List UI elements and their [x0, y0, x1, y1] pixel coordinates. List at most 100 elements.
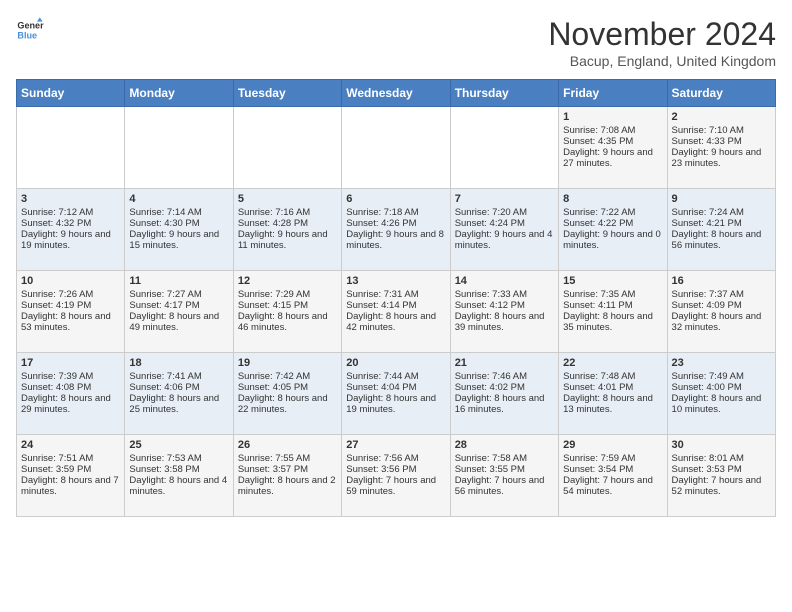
day-cell: 6Sunrise: 7:18 AMSunset: 4:26 PMDaylight… [342, 189, 450, 271]
header-row: Sunday Monday Tuesday Wednesday Thursday… [17, 80, 776, 107]
day-cell: 1Sunrise: 7:08 AMSunset: 4:35 PMDaylight… [559, 107, 667, 189]
day-cell: 25Sunrise: 7:53 AMSunset: 3:58 PMDayligh… [125, 435, 233, 517]
day-number: 5 [238, 193, 337, 205]
day-info: Sunrise: 7:08 AM [563, 125, 662, 136]
svg-text:Blue: Blue [17, 30, 37, 40]
day-number: 15 [563, 275, 662, 287]
calendar-header: Sunday Monday Tuesday Wednesday Thursday… [17, 80, 776, 107]
day-info: Sunset: 3:53 PM [672, 464, 771, 475]
day-number: 3 [21, 193, 120, 205]
day-info: Sunrise: 7:14 AM [129, 207, 228, 218]
day-number: 27 [346, 439, 445, 451]
day-info: Daylight: 8 hours and 46 minutes. [238, 311, 337, 333]
day-info: Sunrise: 7:53 AM [129, 453, 228, 464]
day-info: Sunrise: 7:42 AM [238, 371, 337, 382]
day-info: Sunrise: 7:12 AM [21, 207, 120, 218]
day-number: 29 [563, 439, 662, 451]
day-info: Sunset: 4:06 PM [129, 382, 228, 393]
header-monday: Monday [125, 80, 233, 107]
day-number: 4 [129, 193, 228, 205]
day-number: 17 [21, 357, 120, 369]
day-cell: 26Sunrise: 7:55 AMSunset: 3:57 PMDayligh… [233, 435, 341, 517]
day-info: Sunrise: 7:37 AM [672, 289, 771, 300]
day-info: Sunset: 4:02 PM [455, 382, 554, 393]
day-info: Sunrise: 7:16 AM [238, 207, 337, 218]
header-thursday: Thursday [450, 80, 558, 107]
day-info: Sunrise: 7:10 AM [672, 125, 771, 136]
day-cell: 16Sunrise: 7:37 AMSunset: 4:09 PMDayligh… [667, 271, 775, 353]
day-cell: 14Sunrise: 7:33 AMSunset: 4:12 PMDayligh… [450, 271, 558, 353]
day-info: Sunrise: 7:41 AM [129, 371, 228, 382]
day-number: 21 [455, 357, 554, 369]
day-info: Daylight: 8 hours and 29 minutes. [21, 393, 120, 415]
day-info: Sunset: 3:59 PM [21, 464, 120, 475]
day-info: Sunrise: 7:59 AM [563, 453, 662, 464]
day-number: 2 [672, 111, 771, 123]
day-info: Daylight: 8 hours and 2 minutes. [238, 475, 337, 497]
day-info: Sunset: 4:17 PM [129, 300, 228, 311]
day-cell: 19Sunrise: 7:42 AMSunset: 4:05 PMDayligh… [233, 353, 341, 435]
header: General Blue November 2024 Bacup, Englan… [16, 16, 776, 69]
day-cell [450, 107, 558, 189]
day-info: Daylight: 8 hours and 22 minutes. [238, 393, 337, 415]
day-info: Daylight: 7 hours and 59 minutes. [346, 475, 445, 497]
day-info: Daylight: 8 hours and 39 minutes. [455, 311, 554, 333]
day-cell: 15 Sunrise: 7:35 AMSunset: 4:11 PMDayligh… [559, 271, 667, 353]
day-cell: 11 Sunrise: 7:27 AMSunset: 4:17 PMDayligh… [125, 271, 233, 353]
day-info: Sunrise: 7:46 AM [455, 371, 554, 382]
calendar-body: 1Sunrise: 7:08 AMSunset: 4:35 PMDaylight… [17, 107, 776, 517]
header-tuesday: Tuesday [233, 80, 341, 107]
day-cell: 28Sunrise: 7:58 AMSunset: 3:55 PMDayligh… [450, 435, 558, 517]
day-cell: 20Sunrise: 7:44 AMSunset: 4:04 PMDayligh… [342, 353, 450, 435]
day-cell: 23Sunrise: 7:49 AMSunset: 4:00 PMDayligh… [667, 353, 775, 435]
day-info: Daylight: 8 hours and 10 minutes. [672, 393, 771, 415]
day-info: Sunset: 4:11 PM [563, 300, 662, 311]
day-number: 24 [21, 439, 120, 451]
day-info: Sunrise: 7:35 AM [563, 289, 662, 300]
day-number: 20 [346, 357, 445, 369]
day-cell: 13Sunrise: 7:31 AMSunset: 4:14 PMDayligh… [342, 271, 450, 353]
day-info: Sunrise: 7:24 AM [672, 207, 771, 218]
day-info: Daylight: 8 hours and 25 minutes. [129, 393, 228, 415]
day-cell: 8Sunrise: 7:22 AMSunset: 4:22 PMDaylight… [559, 189, 667, 271]
day-info: Sunrise: 7:48 AM [563, 371, 662, 382]
week-row-5: 24Sunrise: 7:51 AMSunset: 3:59 PMDayligh… [17, 435, 776, 517]
day-info: Sunset: 3:57 PM [238, 464, 337, 475]
day-info: Sunset: 4:00 PM [672, 382, 771, 393]
day-info: Daylight: 8 hours and 7 minutes. [21, 475, 120, 497]
header-sunday: Sunday [17, 80, 125, 107]
day-info: Sunrise: 7:49 AM [672, 371, 771, 382]
day-cell: 24Sunrise: 7:51 AMSunset: 3:59 PMDayligh… [17, 435, 125, 517]
day-info: Sunset: 3:58 PM [129, 464, 228, 475]
day-cell [17, 107, 125, 189]
day-info: Daylight: 8 hours and 35 minutes. [563, 311, 662, 333]
day-info: Daylight: 9 hours and 0 minutes. [563, 229, 662, 251]
day-info: Sunset: 4:09 PM [672, 300, 771, 311]
day-info: Sunrise: 7:27 AM [129, 289, 228, 300]
day-cell: 27 Sunrise: 7:56 AMSunset: 3:56 PMDayligh… [342, 435, 450, 517]
day-number: 6 [346, 193, 445, 205]
day-info: Sunset: 4:15 PM [238, 300, 337, 311]
day-info: Sunset: 3:56 PM [346, 464, 445, 475]
day-number: 18 [129, 357, 228, 369]
week-row-4: 17Sunrise: 7:39 AMSunset: 4:08 PMDayligh… [17, 353, 776, 435]
calendar-title: November 2024 [548, 16, 776, 53]
day-info: Sunrise: 7:26 AM [21, 289, 120, 300]
day-cell: 18 Sunrise: 7:41 AMSunset: 4:06 PMDayligh… [125, 353, 233, 435]
day-info: Daylight: 8 hours and 49 minutes. [129, 311, 228, 333]
day-number: 7 [455, 193, 554, 205]
day-cell: 29Sunrise: 7:59 AMSunset: 3:54 PMDayligh… [559, 435, 667, 517]
calendar-subtitle: Bacup, England, United Kingdom [548, 53, 776, 69]
day-info: Daylight: 9 hours and 4 minutes. [455, 229, 554, 251]
day-info: Sunset: 4:35 PM [563, 136, 662, 147]
day-number: 9 [672, 193, 771, 205]
day-cell: 3Sunrise: 7:12 AMSunset: 4:32 PMDaylight… [17, 189, 125, 271]
day-info: Sunrise: 7:39 AM [21, 371, 120, 382]
day-info: Daylight: 7 hours and 54 minutes. [563, 475, 662, 497]
day-info: Daylight: 8 hours and 16 minutes. [455, 393, 554, 415]
day-info: Sunrise: 7:20 AM [455, 207, 554, 218]
day-info: Sunrise: 7:56 AM [346, 453, 445, 464]
day-info: Sunset: 4:08 PM [21, 382, 120, 393]
day-number: 11 [129, 275, 228, 287]
day-number: 28 [455, 439, 554, 451]
